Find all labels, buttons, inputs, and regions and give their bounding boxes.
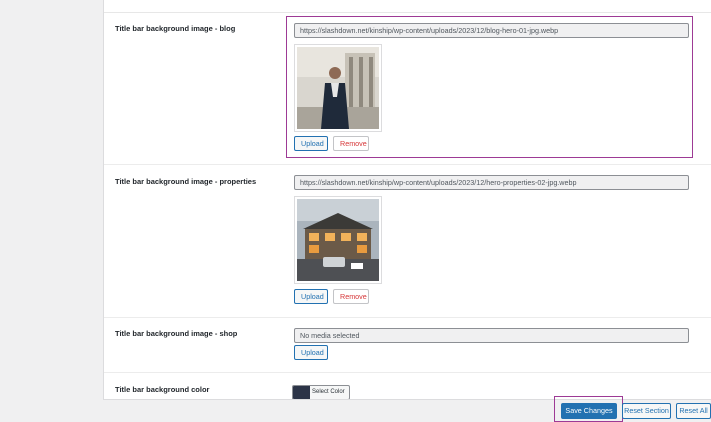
field-label-shop: Title bar background image - shop (115, 329, 238, 338)
divider (104, 317, 711, 318)
select-color-label: Select Color (312, 389, 345, 395)
properties-image-url-input[interactable]: https://slashdown.net/kinship/wp-content… (294, 175, 689, 190)
properties-hero-image (297, 199, 379, 281)
color-swatch (293, 386, 310, 399)
shop-upload-button[interactable]: Upload (294, 345, 328, 360)
focus-highlight (286, 16, 693, 158)
admin-sidebar (0, 0, 103, 422)
divider (104, 12, 711, 13)
field-label-properties: Title bar background image - properties (115, 177, 257, 186)
properties-upload-button[interactable]: Upload (294, 289, 328, 304)
save-changes-button[interactable]: Save Changes (561, 403, 617, 419)
divider (104, 372, 711, 373)
color-picker-button[interactable]: Select Color (292, 385, 350, 400)
reset-section-button[interactable]: Reset Section (622, 403, 671, 419)
properties-remove-button[interactable]: Remove (333, 289, 369, 304)
shop-image-url-input[interactable]: No media selected (294, 328, 689, 343)
reset-all-button[interactable]: Reset All (676, 403, 711, 419)
divider (104, 164, 711, 165)
field-label-blog: Title bar background image - blog (115, 24, 236, 33)
properties-image-preview (294, 196, 382, 284)
field-label-color: Title bar background color (115, 385, 210, 394)
